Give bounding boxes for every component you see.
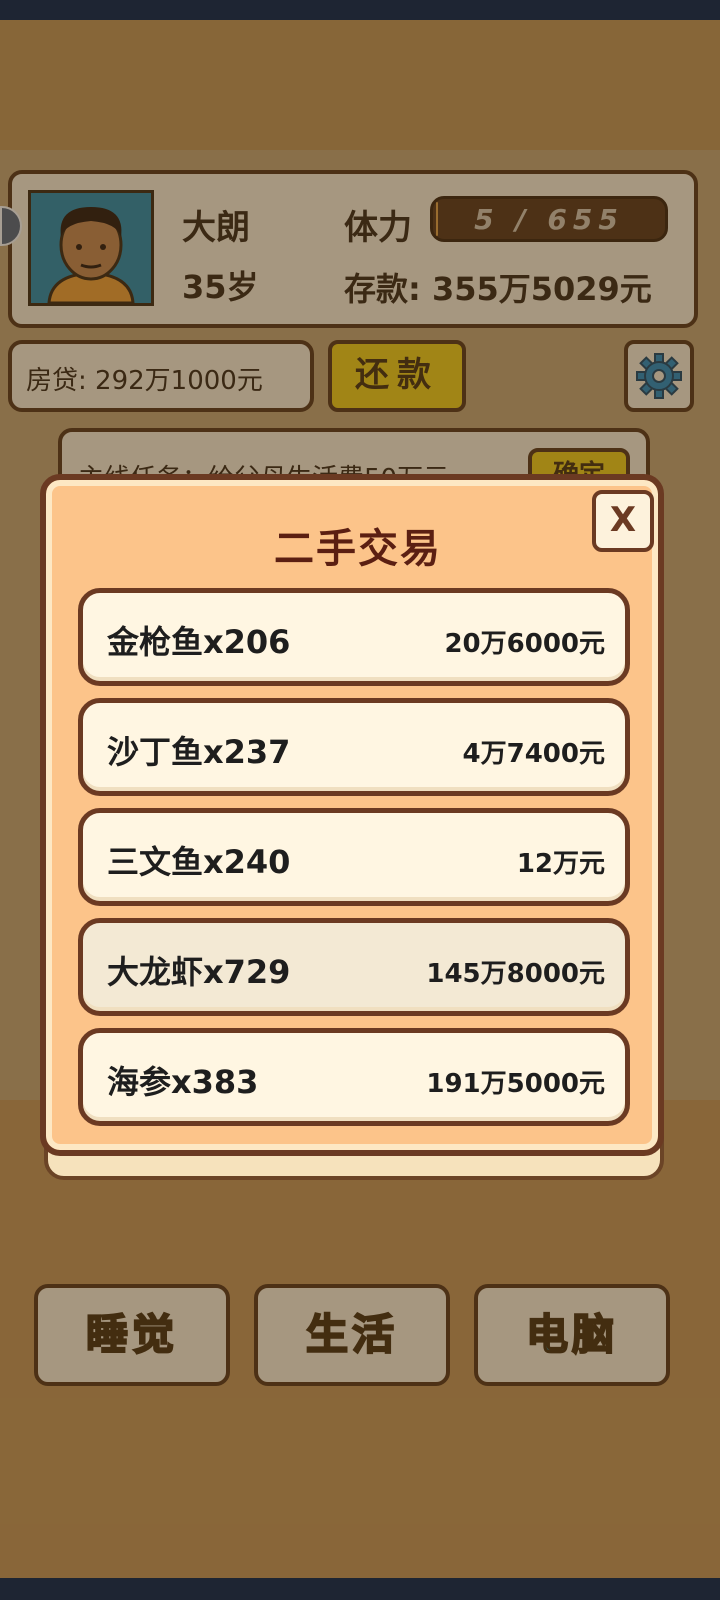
item-price: 12万元 — [516, 849, 605, 879]
trade-item[interactable]: 三文鱼x240 12万元 — [78, 808, 630, 906]
navigation-bar — [0, 1578, 720, 1600]
trade-item[interactable]: 沙丁鱼x237 4万7400元 — [78, 698, 630, 796]
trade-modal: 二手交易 X 金枪鱼x206 20万6000元 沙丁鱼x237 4万7400元 … — [40, 474, 664, 1156]
item-name: 三文鱼x240 — [107, 843, 291, 881]
close-button[interactable]: X — [592, 490, 654, 552]
status-bar — [0, 0, 720, 20]
item-price: 145万8000元 — [426, 959, 605, 989]
item-name: 金枪鱼x206 — [107, 623, 291, 661]
item-name: 海参x383 — [107, 1063, 259, 1101]
item-name: 沙丁鱼x237 — [107, 733, 291, 771]
item-price: 20万6000元 — [444, 629, 605, 659]
item-price: 191万5000元 — [426, 1069, 605, 1099]
item-name: 大龙虾x729 — [107, 953, 291, 991]
modal-title: 二手交易 — [274, 526, 442, 572]
item-price: 4万7400元 — [462, 739, 605, 769]
trade-item[interactable]: 大龙虾x729 145万8000元 — [78, 918, 630, 1016]
trade-item[interactable]: 海参x383 191万5000元 — [78, 1028, 630, 1126]
trade-item[interactable]: 金枪鱼x206 20万6000元 — [78, 588, 630, 686]
